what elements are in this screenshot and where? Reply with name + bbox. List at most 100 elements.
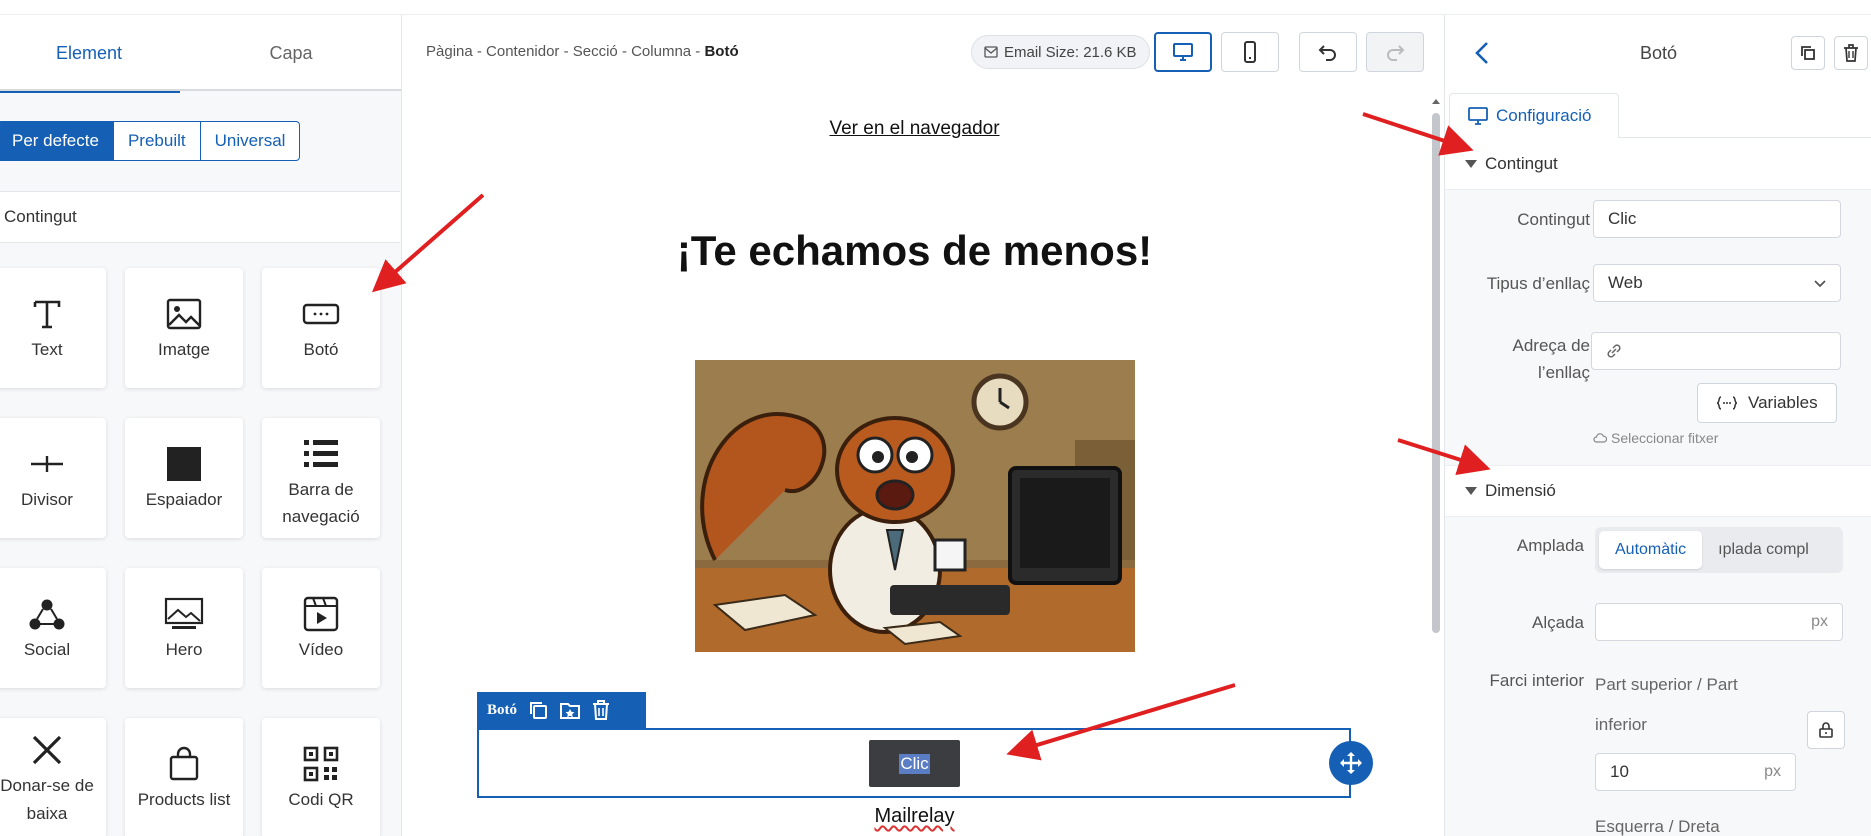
- block-label: Espaiador: [145, 490, 223, 509]
- save-block-icon[interactable]: [559, 699, 581, 721]
- padding-unit: px: [1764, 763, 1781, 780]
- height-input[interactable]: px: [1595, 603, 1843, 641]
- variables-icon: [1716, 396, 1738, 410]
- footer-brand: Mailrelay: [874, 805, 955, 827]
- width-option-full[interactable]: ıplada compl: [1702, 531, 1825, 569]
- block-label: Barra de navegació: [282, 480, 360, 526]
- block-label: Hero: [165, 640, 203, 659]
- mobile-view-button[interactable]: [1221, 32, 1279, 72]
- tab-configuracio-label: Configuració: [1496, 106, 1592, 125]
- shopping-bag-icon: [168, 746, 200, 782]
- settings-tabs: Configuració: [1445, 93, 1871, 139]
- block-label: Imatge: [158, 340, 210, 359]
- padding-left-right-label: Esquerra / Dreta: [1595, 817, 1720, 836]
- unsubscribe-icon: [30, 732, 64, 768]
- filter-prebuilt[interactable]: Prebuilt: [112, 121, 201, 161]
- email-size-text: Email Size: 21.6 KB: [1004, 43, 1137, 61]
- duplicate-button[interactable]: [1791, 36, 1825, 70]
- block-filter: Per defecte Prebuilt Universal: [0, 121, 301, 161]
- email-button-text[interactable]: Clic: [899, 753, 930, 774]
- tab-capa[interactable]: Capa: [200, 15, 382, 91]
- group-dimensio-header[interactable]: Dimensió: [1445, 465, 1871, 517]
- padding-sub-line1: Part superior / Part: [1595, 675, 1738, 694]
- text-icon: [30, 296, 64, 332]
- filter-universal[interactable]: Universal: [199, 121, 301, 161]
- padding-top-bottom-input[interactable]: 10 px: [1595, 753, 1796, 791]
- link-type-value: Web: [1608, 273, 1643, 292]
- scroll-up-icon[interactable]: [1430, 95, 1442, 107]
- mobile-icon: [1244, 41, 1256, 63]
- email-editor: Element Capa Per defecte Prebuilt Univer…: [0, 0, 1871, 836]
- select-file-label: Seleccionar fitxer: [1611, 430, 1719, 446]
- email-size-badge: Email Size: 21.6 KB: [971, 35, 1150, 69]
- block-spacer[interactable]: Espaiador: [125, 418, 243, 538]
- block-unsubscribe[interactable]: Donar-se de baixa: [0, 718, 106, 836]
- block-products-list[interactable]: Products list: [125, 718, 243, 836]
- block-label: Codi QR: [288, 790, 354, 809]
- link-address-label-line1: Adreça de: [1512, 336, 1591, 355]
- scroll-thumb[interactable]: [1432, 113, 1440, 633]
- group-dimensio-label: Dimensió: [1485, 481, 1556, 500]
- canvas-scrollbar[interactable]: [1430, 95, 1442, 836]
- footer-text[interactable]: Mailrelay: [403, 805, 1426, 828]
- tab-configuracio[interactable]: Configuració: [1449, 93, 1619, 139]
- duplicate-icon[interactable]: [527, 699, 549, 721]
- block-label: Botó: [303, 340, 339, 359]
- padding-lock-button[interactable]: [1807, 711, 1845, 749]
- navbar-icon: [303, 436, 339, 472]
- group-contingut-label: Contingut: [1485, 153, 1558, 173]
- variables-label: Variables: [1748, 393, 1818, 412]
- delete-icon[interactable]: [591, 699, 611, 721]
- copy-icon: [1801, 46, 1815, 60]
- variables-button[interactable]: Variables: [1697, 383, 1837, 423]
- block-label: Divisor: [21, 490, 73, 509]
- monitor-icon: [1468, 107, 1488, 125]
- content-input[interactable]: Clic: [1593, 200, 1841, 238]
- link-address-label-line2: l’enllaç: [1538, 363, 1590, 382]
- email-image[interactable]: [695, 360, 1135, 652]
- width-option-automatic[interactable]: Automàtic: [1599, 531, 1703, 569]
- group-contingut-header[interactable]: Contingut: [1445, 138, 1871, 190]
- settings-header: Botó: [1445, 15, 1871, 93]
- delete-button[interactable]: [1834, 36, 1868, 70]
- block-qr-code[interactable]: Codi QR: [262, 718, 380, 836]
- block-hero[interactable]: Hero: [125, 568, 243, 688]
- squirrel-illustration: [695, 360, 1135, 652]
- email-button[interactable]: Clic: [869, 740, 960, 787]
- link-address-input[interactable]: [1591, 332, 1841, 370]
- undo-icon: [1318, 45, 1336, 61]
- social-icon: [28, 596, 66, 632]
- block-video[interactable]: Vídeo: [262, 568, 380, 688]
- block-divider[interactable]: Divisor: [0, 418, 106, 538]
- filter-per-defecte[interactable]: Per defecte: [0, 121, 114, 161]
- block-text[interactable]: Text: [0, 268, 106, 388]
- group-contingut-body: Contingut Clic Tipus d’enllaç Web Adreça…: [1445, 190, 1871, 465]
- link-type-select[interactable]: Web: [1593, 264, 1841, 302]
- block-button[interactable]: Botó: [262, 268, 380, 388]
- link-address-label: Adreça de l’enllaç: [1513, 332, 1591, 386]
- breadcrumb: Pàgina - Contenidor - Secció - Columna -…: [426, 43, 739, 60]
- block-social[interactable]: Social: [0, 568, 106, 688]
- breadcrumb-path[interactable]: Pàgina - Contenidor - Secció - Columna -: [426, 43, 704, 60]
- section-contingut[interactable]: Contingut: [0, 191, 400, 243]
- block-image[interactable]: Imatge: [125, 268, 243, 388]
- link-type-label: Tipus d’enllaç: [1486, 274, 1590, 293]
- group-dimensio-body: Amplada Automàtic ıplada compl Alçada px…: [1445, 517, 1871, 836]
- cloud-icon: [1593, 433, 1607, 443]
- redo-button[interactable]: [1366, 32, 1424, 72]
- selection-label: Botó: [487, 701, 517, 718]
- content-label: Contingut: [1517, 210, 1590, 229]
- undo-button[interactable]: [1299, 32, 1357, 72]
- email-headline[interactable]: ¡Te echamos de menos!: [403, 227, 1426, 275]
- block-navbar[interactable]: Barra de navegació: [262, 418, 380, 538]
- view-in-browser-link[interactable]: Ver en el navegador: [403, 118, 1426, 140]
- desktop-view-button[interactable]: [1154, 32, 1212, 72]
- tab-element[interactable]: Element: [0, 15, 180, 93]
- blocks-panel: Element Capa Per defecte Prebuilt Univer…: [0, 15, 402, 836]
- collapse-triangle-icon: [1465, 159, 1477, 168]
- select-file-link[interactable]: Seleccionar fitxer: [1593, 430, 1718, 446]
- top-bar: [0, 0, 1871, 15]
- move-handle[interactable]: [1329, 741, 1373, 785]
- block-label: Donar-se de baixa: [0, 776, 94, 823]
- video-icon: [303, 596, 339, 632]
